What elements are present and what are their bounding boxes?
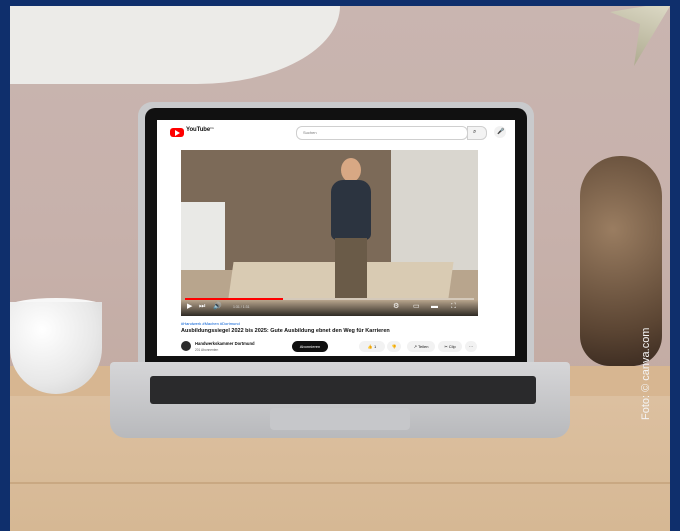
share-icon: ↗ [413,344,417,349]
person-head [341,158,361,182]
bowl [10,302,102,394]
search-button[interactable]: ⌕ [467,126,487,140]
video-title: Ausbildungssiegel 2022 bis 2025: Gute Au… [181,328,390,334]
dislike-icon: 👎 [391,344,397,349]
share-button[interactable]: ↗ Teilen [407,341,435,352]
volume-icon[interactable]: 🔊 [213,303,222,311]
video-progress-fill [185,298,284,300]
laptop-screen: YouTube DE Suchen ⌕ 🎤 ▶ ⏭ 🔊 1:31 / 1:31 … [157,120,515,356]
search-input[interactable]: Suchen [296,126,468,140]
region-label: DE [210,126,215,130]
keyboard [150,376,536,404]
mic-icon: 🎤 [497,129,505,135]
settings-icon[interactable]: ⚙ [393,303,399,311]
next-icon[interactable]: ⏭ [199,303,205,311]
clip-button[interactable]: ✂ Clip [438,341,462,352]
search-icon: ⌕ [473,129,477,135]
share-label: Teilen [417,344,429,349]
fullscreen-icon[interactable]: ⛶ [451,303,456,311]
image-credit: Foto: © canva.com [640,327,652,420]
time-display: 1:31 / 1:31 [233,305,250,309]
like-icon: 👍 [367,344,373,349]
video-progress-bar[interactable] [185,298,474,300]
trackpad [270,408,410,430]
miniplayer-icon[interactable]: ▭ [413,303,420,311]
video-shelf [391,150,478,270]
channel-avatar[interactable] [181,341,191,351]
clip-icon: ✂ [444,344,448,349]
dislike-button[interactable]: 👎 [387,341,401,352]
clip-label: Clip [448,344,456,349]
youtube-header: YouTube DE Suchen ⌕ 🎤 [157,120,515,144]
desk-seam [10,482,670,484]
youtube-logo-play-icon [175,130,180,136]
person-body [331,180,371,240]
play-icon[interactable]: ▶ [187,303,192,311]
youtube-wordmark[interactable]: YouTube [186,127,210,133]
channel-name[interactable]: Handwerkskammer Dortmund [195,341,255,346]
like-button[interactable]: 👍 1 [359,341,385,352]
channel-subscribers: 201 Abonnenten [195,348,219,352]
theater-icon[interactable]: ▬ [431,303,438,311]
subscribe-button[interactable]: Abonnieren [292,341,328,352]
video-hashtag[interactable]: #Handwerk #Machen #Dortmund [181,321,240,326]
video-player[interactable]: ▶ ⏭ 🔊 1:31 / 1:31 ⚙ ▭ ▬ ⛶ [181,150,478,316]
search-placeholder: Suchen [303,130,317,135]
video-person [323,158,379,298]
like-count: 1 [373,344,377,349]
video-whiteboard [181,202,225,272]
voice-search-button[interactable]: 🎤 [494,126,506,138]
person-legs [335,238,367,298]
more-button[interactable]: ··· [465,341,477,352]
more-icon: ··· [469,344,473,349]
